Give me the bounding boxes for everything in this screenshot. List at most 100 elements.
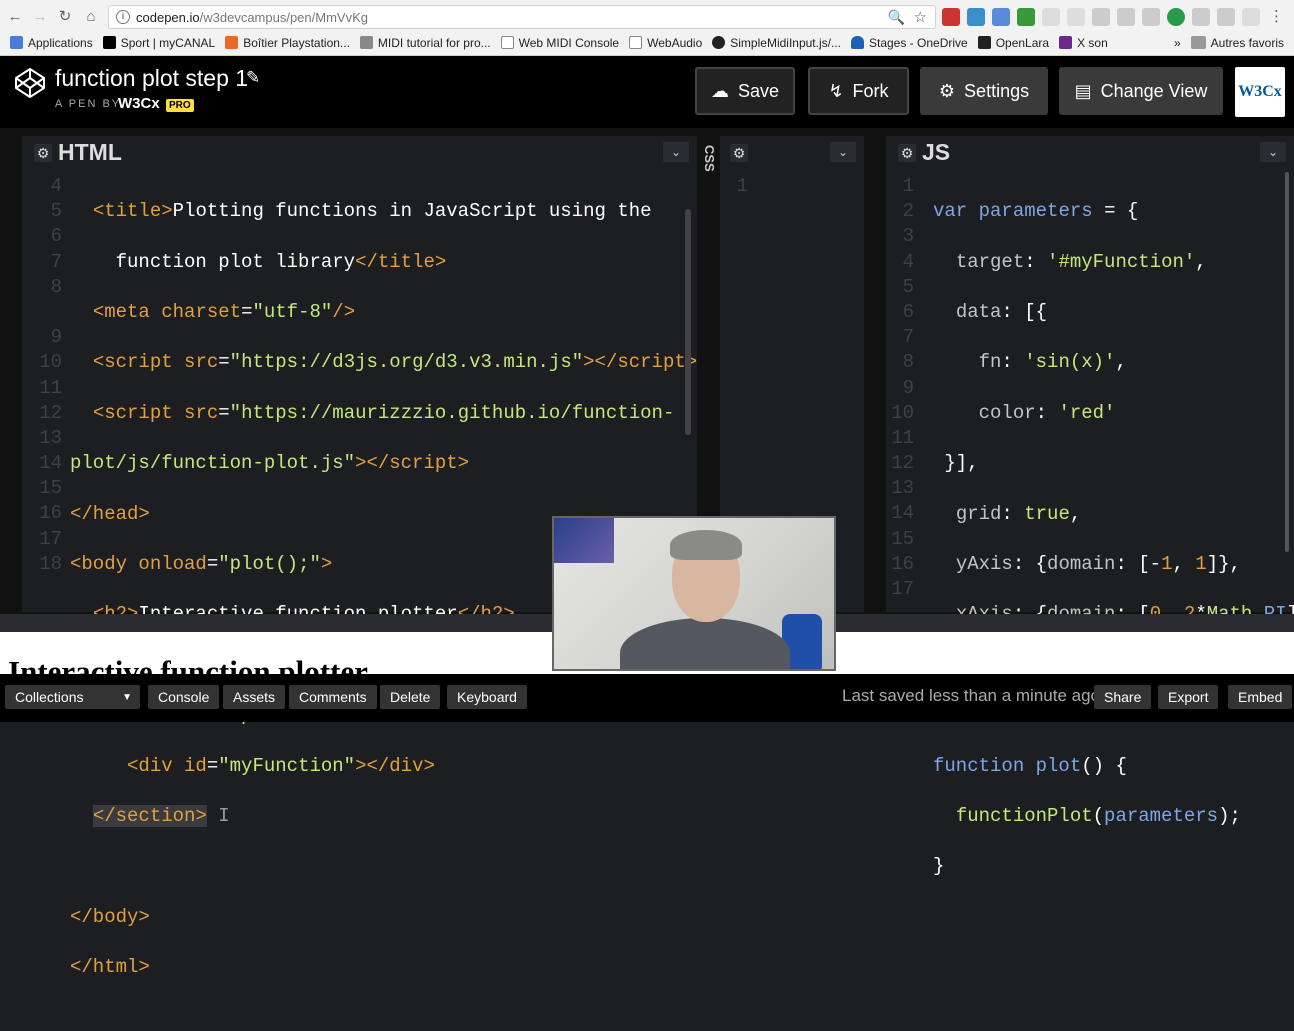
extension-icon[interactable] [1042,8,1060,26]
bookmark-item[interactable]: Sport | myCANAL [102,36,215,50]
js-editor-pane: ⚙ JS ⌄ 1 2 3 4 5 6 7 8 9 10 11 12 13 14 15 16 17 var par… [886,136,1294,877]
change-view-button[interactable]: ▤ Change View [1059,67,1223,115]
back-arrow-icon[interactable]: ← [4,6,26,28]
bookmark-item[interactable]: SimpleMidiInput.js/... [712,36,841,50]
extension-icon[interactable] [1092,8,1110,26]
home-icon[interactable]: ⌂ [80,6,102,28]
bookmark-item[interactable]: WebAudio [629,36,702,50]
chevron-down-icon[interactable]: ⌄ [1260,142,1286,162]
codepen-logo-icon[interactable] [14,67,46,99]
line-number: 9 [902,376,914,399]
line-number: 11 [891,426,914,449]
bookmark-star-icon[interactable]: ☆ [914,8,927,26]
zoom-icon[interactable]: 🔍 [888,9,905,26]
console-button[interactable]: Console [148,685,220,709]
gear-icon: ⚙ [938,80,956,101]
address-bar[interactable]: i codepen.io/w3devcampus/pen/MmVvKg 🔍 ☆ [108,5,936,29]
user-avatar[interactable]: W3Cx [1235,67,1285,117]
code-line: grid: true, [955,502,1082,525]
collections-label: Collections [15,689,84,705]
reload-icon[interactable]: ↻ [54,6,76,28]
code-line: fn: 'sin(x)', [978,351,1127,374]
bookmark-item[interactable]: OpenLara [977,35,1050,50]
bookmark-item[interactable]: Web MIDI Console [500,35,620,50]
info-icon[interactable]: i [116,10,130,24]
extension-icon[interactable] [942,8,960,26]
js-line-numbers: 1 2 3 4 5 6 7 8 9 10 11 12 13 14 15 16 17 [886,174,914,602]
bookmarks-overflow[interactable]: » [1174,36,1181,50]
extension-icon[interactable] [1117,8,1135,26]
comments-button[interactable]: Comments [289,685,377,709]
code-line: <div id="myFunction"></div> [127,754,435,777]
save-button[interactable]: ☁ Save [695,67,795,115]
line-number: 15 [39,477,62,500]
line-number: 9 [50,326,62,349]
css-pane-vertical-label[interactable]: CSS [699,138,717,178]
line-number: 13 [891,477,914,500]
layout-icon: ▤ [1074,80,1092,101]
line-number: 10 [39,351,62,374]
code-line: data: [{ [955,300,1048,323]
fork-button-label: Fork [852,80,889,101]
pen-author-link[interactable]: W3Cx [118,95,160,112]
bookmark-item[interactable]: Stages - OneDrive [850,36,968,50]
settings-button[interactable]: ⚙ Settings [920,67,1048,115]
line-number: 12 [891,452,914,475]
extension-icon[interactable] [992,8,1010,26]
extension-icon[interactable] [1017,8,1035,26]
gear-icon[interactable]: ⚙ [34,144,52,162]
preview-heading: Interactive function plotter [8,654,368,674]
html-scrollbar[interactable] [685,209,691,435]
extension-icon[interactable] [1242,8,1260,26]
line-number: 18 [39,552,62,575]
bookmark-label: OpenLara [995,35,1050,50]
url-path: /w3devcampus/pen/MmVvKg [199,10,368,25]
codepen-header: function plot step 1 ✎ A PEN BY W3Cx PRO… [0,56,1294,128]
line-number: 14 [39,452,62,475]
js-code-editor[interactable]: 1 2 3 4 5 6 7 8 9 10 11 12 13 14 15 16 17 var parameters… [886,172,1294,877]
bookmark-item[interactable]: MIDI tutorial for pro... [359,36,491,50]
delete-button[interactable]: Delete [380,685,441,709]
bookmark-label: Web MIDI Console [518,35,620,50]
extension-icon[interactable] [1217,8,1235,26]
forward-arrow-icon[interactable]: → [29,6,51,28]
menu-dots-icon[interactable]: ⋮ [1269,7,1284,25]
extension-icon[interactable] [967,8,985,26]
bookmark-label: Boîtier Playstation... [243,35,350,50]
pen-title[interactable]: function plot step 1 [55,65,248,92]
chevron-down-icon[interactable]: ⌄ [830,142,856,162]
gear-icon[interactable]: ⚙ [730,144,748,162]
save-button-label: Save [737,80,780,101]
keyboard-button[interactable]: Keyboard [447,685,527,709]
embed-button[interactable]: Embed [1228,685,1293,709]
fork-button[interactable]: ↯ Fork [808,67,909,115]
caret-down-icon: ▼ [122,691,132,703]
fork-icon: ↯ [828,80,844,101]
site-favicon-icon [359,36,373,49]
js-scrollbar[interactable] [1285,172,1289,552]
line-number: 3 [902,225,914,248]
bookmark-item[interactable]: Boîtier Playstation... [225,36,350,50]
code-line: </html> [70,956,150,979]
settings-button-label: Settings [964,80,1030,101]
extension-icon[interactable] [1192,8,1210,26]
bookmark-item[interactable]: Applications [10,36,93,50]
bookmark-label: WebAudio [647,35,703,50]
other-bookmarks[interactable]: Autres favoris [1190,36,1284,50]
collections-dropdown[interactable]: Collections ▼ [5,685,140,709]
extension-icon[interactable] [1167,8,1185,26]
gear-icon[interactable]: ⚙ [898,144,916,162]
bookmark-item[interactable]: X son [1059,36,1108,50]
bookmark-label: X son [1077,35,1108,50]
page-icon [629,36,643,49]
assets-button[interactable]: Assets [223,685,286,709]
pencil-edit-icon[interactable]: ✎ [246,68,260,88]
extension-icon[interactable] [1067,8,1085,26]
pen-by-label: A PEN BY [55,98,122,110]
chevron-down-icon[interactable]: ⌄ [663,142,689,162]
line-number: 4 [50,175,62,197]
share-button[interactable]: Share [1094,685,1152,709]
export-button[interactable]: Export [1158,685,1219,709]
line-number: 5 [902,275,914,298]
extension-icon[interactable] [1142,8,1160,26]
